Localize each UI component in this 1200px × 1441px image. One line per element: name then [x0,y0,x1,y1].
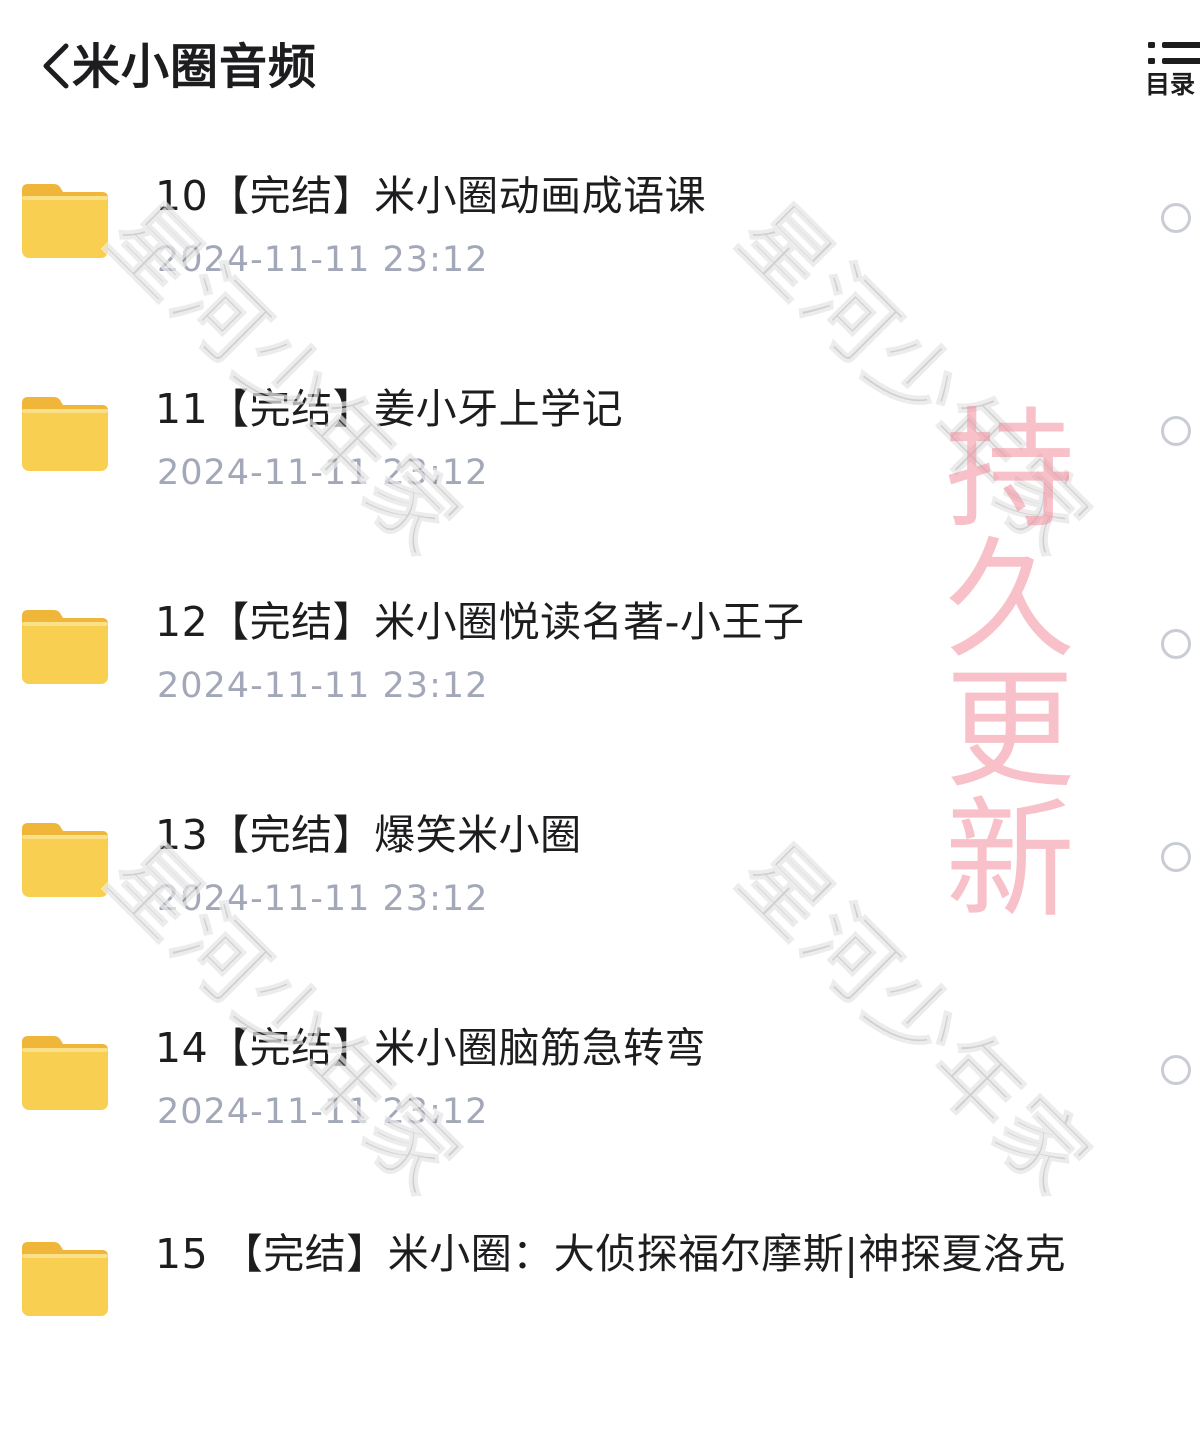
item-date: 2024-11-11 23:12 [157,666,489,706]
list-item[interactable]: 15 【完结】米小圈：大侦探福尔摩斯|神探夏洛克 [0,1228,1200,1441]
list-item[interactable]: 10【完结】米小圈动画成语课 2024-11-11 23:12 [0,170,1200,383]
item-title: 15 【完结】米小圈：大侦探福尔摩斯|神探夏洛克 [155,1230,1067,1278]
item-date: 2024-11-11 23:12 [157,1092,489,1132]
folder-icon [22,823,108,897]
folder-icon [22,1242,108,1316]
select-radio[interactable] [1161,842,1191,872]
item-title: 14【完结】米小圈脑筋急转弯 [155,1024,707,1072]
item-title: 12【完结】米小圈悦读名著-小王子 [155,598,805,646]
list-item[interactable]: 14【完结】米小圈脑筋急转弯 2024-11-11 23:12 [0,1022,1200,1235]
folder-icon [22,397,108,471]
select-radio[interactable] [1161,629,1191,659]
list-item[interactable]: 13【完结】爆笑米小圈 2024-11-11 23:12 [0,809,1200,1022]
item-title: 13【完结】爆笑米小圈 [155,811,582,859]
folder-icon [22,610,108,684]
folder-icon [22,184,108,258]
select-radio[interactable] [1161,416,1191,446]
list-item[interactable]: 12【完结】米小圈悦读名著-小王子 2024-11-11 23:12 [0,596,1200,809]
item-date: 2024-11-11 23:12 [157,879,489,919]
select-radio[interactable] [1161,1055,1191,1085]
list-item[interactable]: 11【完结】姜小牙上学记 2024-11-11 23:12 [0,383,1200,596]
item-date: 2024-11-11 23:12 [157,453,489,493]
select-radio[interactable] [1161,203,1191,233]
item-date: 2024-11-11 23:12 [157,240,489,280]
item-title: 11【完结】姜小牙上学记 [155,385,624,433]
item-title: 10【完结】米小圈动画成语课 [155,172,707,220]
folder-list: 10【完结】米小圈动画成语课 2024-11-11 23:12 11【完结】姜小牙上… [0,0,1200,1316]
folder-icon [22,1036,108,1110]
